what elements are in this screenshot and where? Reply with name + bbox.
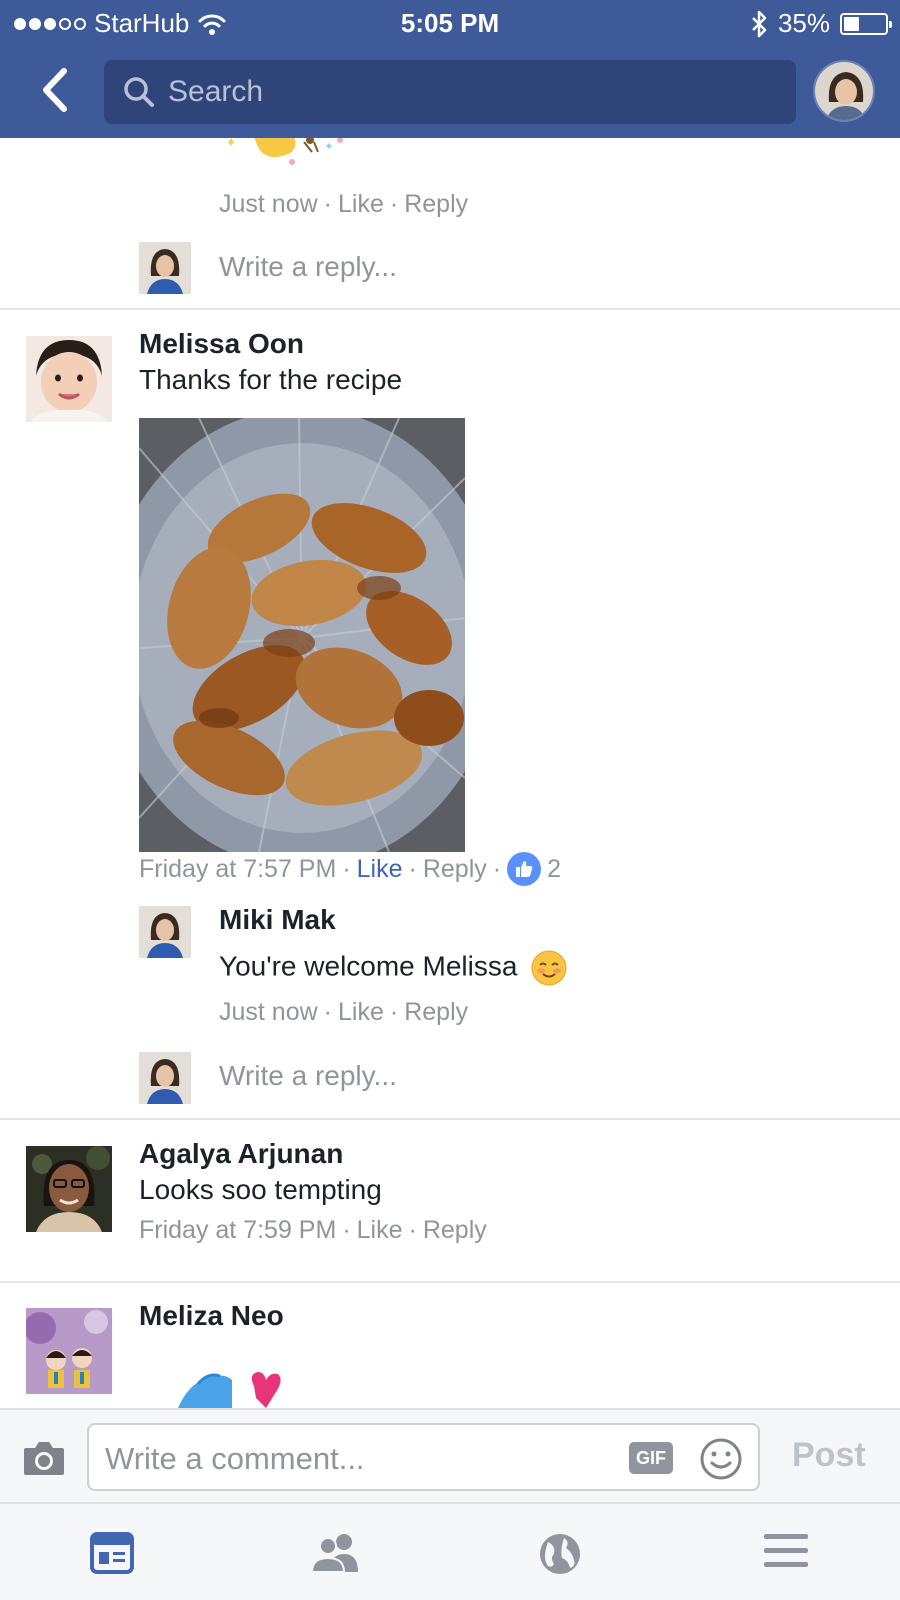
comment-placeholder: Write a comment... <box>105 1441 365 1476</box>
divider <box>0 1281 900 1283</box>
comment-photo[interactable] <box>139 418 465 852</box>
reply-button[interactable]: Reply <box>404 190 468 219</box>
reply-avatar <box>139 242 191 294</box>
comment-meta: Friday at 7:57 PM · Like · Reply · 2 <box>139 852 561 886</box>
comments-feed[interactable]: Just now · Like · Reply Write a reply...… <box>0 138 900 1408</box>
like-count[interactable]: 2 <box>547 855 561 884</box>
emoji-button[interactable] <box>699 1437 743 1486</box>
comment-composer: Write a comment... GIF Post <box>0 1408 900 1504</box>
chevron-left-icon <box>43 68 67 112</box>
reply-button[interactable]: Reply <box>423 855 487 884</box>
like-button[interactable]: Like <box>338 190 384 219</box>
reply-button[interactable]: Reply <box>423 1216 487 1245</box>
commenter-name[interactable]: Meliza Neo <box>139 1300 284 1332</box>
menu-icon <box>764 1534 808 1567</box>
tab-news-feed[interactable] <box>90 1532 134 1579</box>
commenter-avatar[interactable] <box>26 336 112 422</box>
tab-friends[interactable] <box>310 1532 362 1579</box>
divider <box>0 1118 900 1120</box>
write-reply-input[interactable]: Write a reply... <box>219 251 397 283</box>
camera-button[interactable] <box>22 1440 66 1481</box>
write-reply-input[interactable]: Write a reply... <box>219 1060 397 1092</box>
avatar-image <box>815 62 873 120</box>
smiling-blushing-emoji-icon <box>531 950 567 986</box>
divider <box>0 308 900 310</box>
timestamp: Friday at 7:57 PM <box>139 854 337 883</box>
reply-author-name[interactable]: Miki Mak <box>219 904 336 936</box>
post-button[interactable]: Post <box>792 1436 866 1475</box>
friends-icon <box>310 1534 358 1573</box>
reply-text-content: You're welcome Melissa <box>219 950 518 982</box>
smiley-icon <box>700 1438 742 1480</box>
search-icon <box>124 77 154 107</box>
comment-text: Thanks for the recipe <box>139 364 403 395</box>
timestamp: Friday at 7:59 PM <box>139 1216 337 1244</box>
camera-icon <box>24 1442 64 1475</box>
globe-icon <box>540 1534 580 1574</box>
like-button[interactable]: Like <box>357 855 403 884</box>
reply-avatar <box>139 1052 191 1104</box>
like-button[interactable]: Like <box>338 998 384 1027</box>
status-right: 35% <box>750 8 892 39</box>
tab-menu[interactable] <box>764 1532 808 1575</box>
commenter-avatar[interactable] <box>26 1308 112 1394</box>
battery-percent: 35% <box>777 8 830 38</box>
gif-button[interactable]: GIF <box>629 1442 673 1474</box>
prev-reply-meta: Just now · Like · Reply <box>219 190 469 219</box>
timestamp: Just now <box>219 190 318 218</box>
sticker-partial <box>228 138 343 165</box>
commenter-avatar[interactable] <box>26 1146 112 1232</box>
battery-icon <box>840 12 892 35</box>
search-placeholder: Search <box>168 75 264 108</box>
back-button[interactable] <box>36 66 76 116</box>
sticker-partial <box>178 1372 281 1408</box>
top-bar: StarHub 5:05 PM 35% Search <box>0 0 900 138</box>
search-input[interactable]: Search <box>104 60 796 124</box>
tab-notifications[interactable] <box>538 1532 582 1581</box>
reply-button[interactable]: Reply <box>404 998 468 1027</box>
thumbs-up-icon[interactable] <box>507 852 542 886</box>
reply-meta: Just now · Like · Reply <box>219 998 469 1027</box>
bluetooth-icon <box>752 10 767 37</box>
commenter-name[interactable]: Melissa Oon <box>139 328 304 360</box>
timestamp: Just now <box>219 998 318 1026</box>
status-bar: StarHub 5:05 PM 35% <box>0 0 900 46</box>
like-button[interactable]: Like <box>357 1216 403 1245</box>
reply-text: You're welcome Melissa <box>219 950 567 986</box>
news-feed-icon <box>90 1532 134 1574</box>
commenter-name[interactable]: Agalya Arjunan <box>139 1138 343 1170</box>
tab-bar <box>0 1504 900 1600</box>
reply-author-avatar[interactable] <box>139 906 191 958</box>
comment-text: Looks soo tempting <box>139 1174 382 1205</box>
comment-input[interactable]: Write a comment... GIF <box>87 1423 760 1491</box>
profile-avatar[interactable] <box>813 60 875 122</box>
comment-meta: Friday at 7:59 PM · Like · Reply <box>139 1216 487 1245</box>
